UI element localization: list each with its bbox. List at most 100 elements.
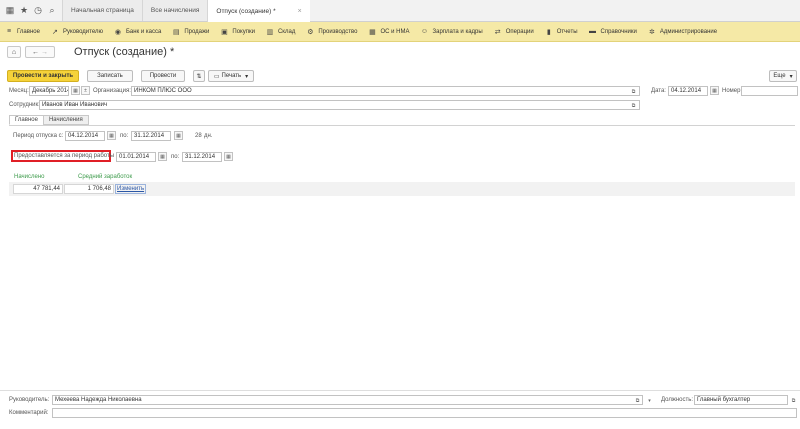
menu-label: Производство (318, 28, 358, 35)
page-title: Отпуск (создание) * (74, 46, 175, 58)
chart-icon: ↗ (52, 28, 58, 36)
accrued-header: Начислено (14, 174, 45, 180)
more-label: Еще (773, 73, 786, 79)
tab-all-accruals[interactable]: Все начисления (141, 0, 208, 21)
head-field[interactable]: Мехеева Надежда Николаевна (52, 395, 643, 405)
post-button[interactable]: Провести (141, 70, 185, 82)
print-button[interactable]: ▭ Печать ▾ (208, 70, 254, 82)
menu-item-director[interactable]: ↗ Руководителю (46, 28, 109, 36)
cart-icon: ▣ (221, 28, 228, 36)
vacation-to-field[interactable]: 31.12.2014 (131, 131, 171, 141)
tab-divider (9, 125, 795, 126)
month-field[interactable]: Декабрь 2014 (29, 86, 69, 96)
menu-label: ОС и НМА (380, 28, 410, 35)
to-label: по: (171, 154, 180, 160)
open-icon[interactable]: ⧉ (789, 396, 798, 405)
month-label: Месяц: (9, 88, 29, 94)
print-label: Печать (221, 73, 242, 79)
tab-label: Все начисления (150, 7, 200, 14)
book-icon: ▬ (589, 28, 597, 35)
nav-buttons: ⌂ ← → (7, 46, 55, 58)
menu-item-catalogs[interactable]: ▬ Справочники (584, 28, 643, 36)
ops-icon: ⇄ (494, 28, 501, 36)
menu-item-assets[interactable]: ▦ ОС и НМА (363, 28, 415, 36)
menu-item-purchases[interactable]: ▣ Покупки (215, 28, 261, 36)
menu-label: Руководителю (62, 28, 103, 35)
home-button[interactable]: ⌂ (7, 46, 21, 58)
back-icon[interactable]: ← (32, 49, 39, 56)
work-period-label: Предоставляется за период работы с: (14, 153, 121, 159)
tab-label: Отпуск (создание) * (216, 7, 276, 15)
more-button[interactable]: Еще ▾ (769, 70, 797, 82)
work-from-field[interactable]: 01.01.2014 (116, 152, 156, 162)
change-link[interactable]: Изменить (115, 184, 147, 194)
close-icon[interactable]: × (298, 8, 302, 15)
tabbar-icons: ▦ ★ ◷ ⌕ (0, 0, 62, 21)
menu-label: Администрирование (659, 28, 718, 35)
menu-item-operations[interactable]: ⇄ Операции (489, 28, 540, 36)
calendar-icon[interactable]: ▦ (174, 131, 183, 140)
chevron-down-icon[interactable]: ▾ (645, 396, 654, 405)
open-icon[interactable]: ⧉ (633, 396, 642, 405)
tab-accruals[interactable]: Начисления (42, 115, 89, 125)
head-label: Руководитель: (9, 397, 50, 403)
factory-icon: ⚙ (307, 28, 314, 36)
history-icon[interactable]: ◷ (31, 0, 45, 22)
menu-item-bank[interactable]: ◉ Банк и касса (109, 28, 167, 36)
window-tabbar: ▦ ★ ◷ ⌕ Начальная страница Все начислени… (0, 0, 800, 23)
menu-label: Зарплата и кадры (432, 28, 483, 35)
menu-item-salary-hr[interactable]: ☺ Зарплата и кадры (415, 28, 488, 36)
number-field[interactable] (741, 86, 798, 96)
work-to-field[interactable]: 31.12.2014 (182, 152, 222, 162)
people-icon: ☺ (420, 28, 429, 35)
form-tabs: Главное Начисления (9, 115, 89, 125)
gear-icon: ✲ (648, 28, 655, 36)
comment-field[interactable] (52, 408, 797, 418)
menu-item-admin[interactable]: ✲ Администрирование (643, 28, 723, 36)
back-forward-buttons[interactable]: ← → (25, 46, 55, 58)
organization-field[interactable]: ИНКОМ ПЛЮС ООО (131, 86, 640, 96)
employee-field[interactable]: Иванов Иван Иванович (39, 100, 640, 110)
menu-item-production[interactable]: ⚙ Производство (301, 28, 363, 36)
structure-icon: ⇅ (196, 73, 202, 80)
command-bar: Провести и закрыть Записать Провести ⇅ ▭… (7, 69, 800, 83)
calendar-icon[interactable]: ▦ (224, 152, 233, 161)
menu-label: Операции (505, 28, 534, 35)
structure-button[interactable]: ⇅ (193, 70, 205, 82)
tab-main[interactable]: Главное (9, 115, 44, 125)
open-icon[interactable]: ⧉ (629, 101, 638, 110)
menu-label: Покупки (232, 28, 255, 35)
vacation-from-field[interactable]: 04.12.2014 (65, 131, 105, 141)
post-and-close-button[interactable]: Провести и закрыть (7, 70, 79, 82)
menu-item-main[interactable]: ≡ Главное (0, 28, 46, 36)
apps-grid-icon[interactable]: ▦ (3, 0, 17, 22)
sales-icon: ▤ (173, 28, 180, 36)
home-icon: ⌂ (11, 48, 17, 56)
save-button[interactable]: Записать (87, 70, 133, 82)
menu-item-sales[interactable]: ▤ Продажи (167, 28, 215, 36)
forward-icon[interactable]: → (41, 49, 48, 56)
menu-item-reports[interactable]: ▮ Отчеты (540, 28, 584, 36)
calendar-icon[interactable]: ▦ (107, 131, 116, 140)
tab-vacation-create[interactable]: Отпуск (создание) * × (207, 0, 310, 23)
star-icon[interactable]: ★ (17, 0, 31, 22)
search-icon[interactable]: ⌕ (45, 0, 59, 22)
position-field[interactable]: Главный бухгалтер (694, 395, 788, 405)
accrued-value: 47 781,44 (13, 184, 63, 194)
menu-label: Отчеты (556, 28, 578, 35)
chevron-down-icon: ▾ (789, 73, 793, 80)
month-stepper-icon[interactable]: ± (81, 86, 90, 95)
chevron-down-icon: ▾ (245, 73, 249, 80)
employee-label: Сотрудник: (9, 102, 40, 108)
printer-icon: ▭ (213, 73, 220, 80)
calendar-icon[interactable]: ▦ (158, 152, 167, 161)
organization-label: Организация: (93, 88, 131, 94)
section-menu: ≡ Главное ↗ Руководителю ◉ Банк и касса ▤ Пр… (0, 22, 800, 42)
date-field[interactable]: 04.12.2014 (668, 86, 708, 96)
menu-item-warehouse[interactable]: ▥ Склад (261, 28, 301, 36)
calendar-icon[interactable]: ▦ (71, 86, 80, 95)
calendar-icon[interactable]: ▦ (710, 86, 719, 95)
open-icon[interactable]: ⧉ (629, 87, 638, 96)
tab-home[interactable]: Начальная страница (62, 0, 142, 21)
tab-label: Начальная страница (71, 7, 134, 14)
